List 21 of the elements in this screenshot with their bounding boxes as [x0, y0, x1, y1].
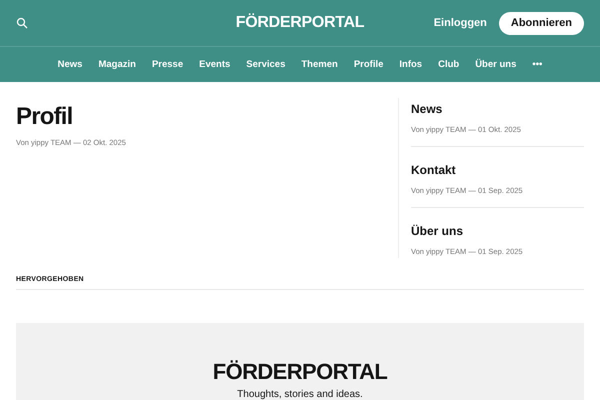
sidebar-post-title[interactable]: Kontakt: [411, 163, 584, 177]
nav-link[interactable]: •••: [532, 59, 542, 70]
nav-link[interactable]: Presse: [152, 59, 184, 70]
search-icon[interactable]: [16, 17, 28, 29]
nav-link[interactable]: Profile: [354, 59, 384, 70]
banner-title: FÖRDERPORTAL: [212, 361, 388, 383]
nav-link[interactable]: Events: [199, 59, 230, 70]
nav-link[interactable]: Magazin: [98, 59, 136, 70]
article-title: Profil: [16, 104, 74, 130]
nav-link[interactable]: Infos: [399, 59, 422, 70]
subscribe-button[interactable]: Abonnieren: [498, 12, 584, 34]
banner-tagline: Thoughts, stories and ideas.: [237, 389, 363, 400]
nav-link[interactable]: Über uns: [475, 59, 516, 70]
nav-link[interactable]: Services: [246, 59, 286, 70]
sidebar-post-title[interactable]: News: [411, 102, 584, 116]
site-logo[interactable]: FÖRDERPORTAL: [236, 14, 364, 32]
nav-link[interactable]: Themen: [301, 59, 338, 70]
sidebar-post-title[interactable]: Über uns: [411, 224, 584, 238]
nav-link[interactable]: Club: [438, 59, 460, 70]
nav-link[interactable]: News: [58, 59, 82, 70]
login-link[interactable]: Einloggen: [434, 17, 487, 29]
